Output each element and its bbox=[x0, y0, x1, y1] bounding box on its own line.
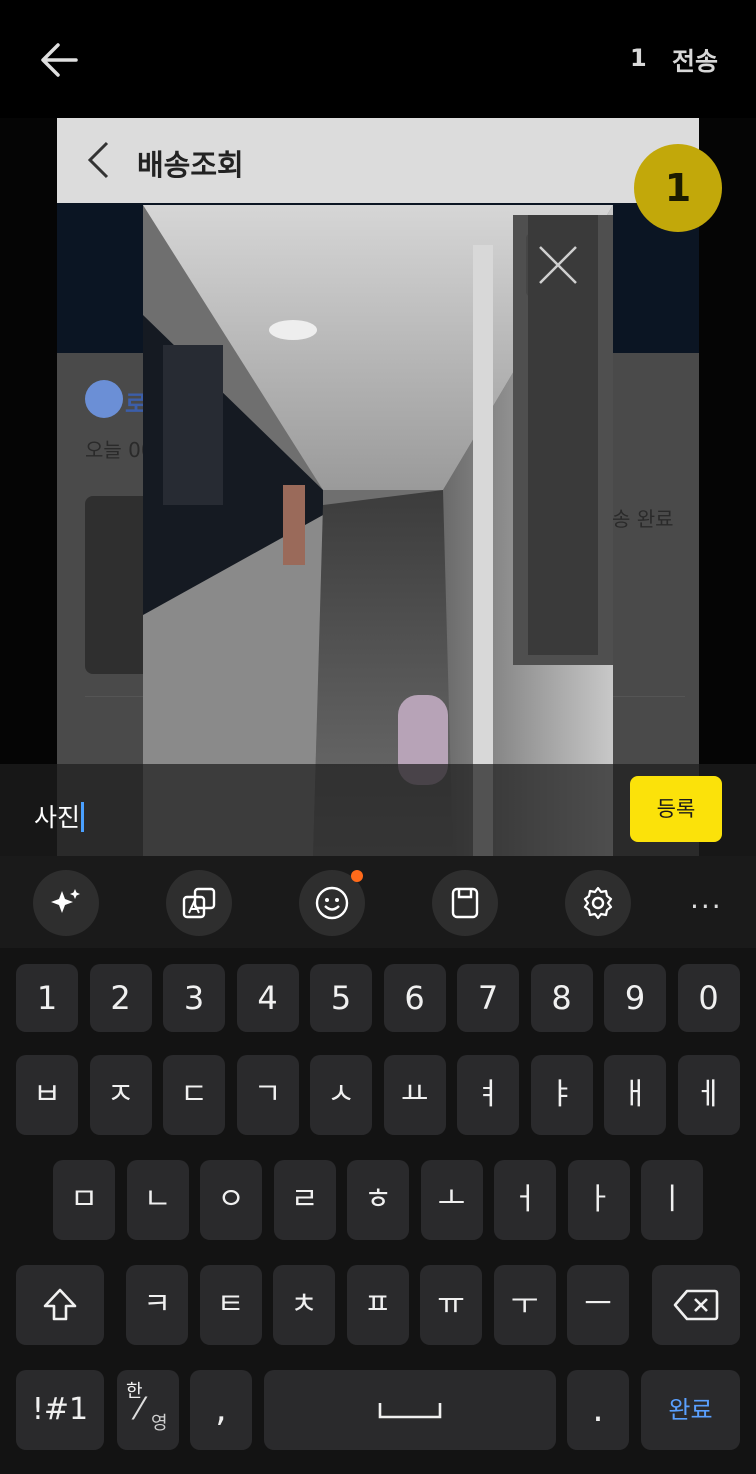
letter-key[interactable]: ㅎ bbox=[347, 1160, 409, 1240]
number-key[interactable]: 9 bbox=[604, 964, 666, 1032]
done-key[interactable]: 완료 bbox=[641, 1370, 740, 1450]
attached-screenshot: 배송조회 로 오늘 00 송 완료 bbox=[57, 118, 699, 856]
letter-key[interactable]: ㅌ bbox=[199, 1265, 262, 1345]
number-key[interactable]: 0 bbox=[677, 964, 740, 1032]
close-icon[interactable] bbox=[526, 234, 590, 296]
caption-text: 사진 bbox=[34, 803, 81, 832]
letter-key[interactable]: ㅛ bbox=[383, 1055, 446, 1135]
letter-key[interactable]: ㄴ bbox=[126, 1160, 189, 1240]
send-button[interactable]: 전송 bbox=[672, 42, 718, 78]
translate-icon[interactable] bbox=[166, 870, 232, 936]
letter-key[interactable]: ㅣ bbox=[641, 1160, 703, 1240]
number-key[interactable]: 3 bbox=[163, 964, 225, 1032]
letter-key[interactable]: ㅈ bbox=[89, 1055, 152, 1135]
keyboard-toolbar bbox=[0, 856, 756, 948]
letter-key[interactable]: ㅓ bbox=[494, 1160, 556, 1240]
number-key[interactable]: 2 bbox=[89, 964, 152, 1032]
back-arrow-icon[interactable] bbox=[36, 36, 84, 84]
backspace-key[interactable] bbox=[652, 1265, 740, 1345]
number-key[interactable]: 7 bbox=[457, 964, 519, 1032]
language-toggle-key[interactable]: 한 ⁄ 영 bbox=[117, 1370, 179, 1450]
letter-key[interactable]: ㅊ bbox=[273, 1265, 335, 1345]
caption-input[interactable]: 사진 bbox=[34, 798, 85, 834]
more-icon[interactable]: ··· bbox=[690, 890, 723, 923]
letter-key[interactable]: ㅗ bbox=[420, 1160, 483, 1240]
letter-key[interactable]: ㅐ bbox=[604, 1055, 666, 1135]
letter-key[interactable]: ㄹ bbox=[273, 1160, 336, 1240]
symbols-key[interactable]: !#1 bbox=[16, 1370, 104, 1450]
screenshot-title: 배송조회 bbox=[137, 148, 244, 182]
space-key[interactable] bbox=[264, 1370, 556, 1450]
letter-key[interactable]: ㅂ bbox=[16, 1055, 78, 1135]
letter-key[interactable]: ㅡ bbox=[567, 1265, 629, 1345]
selected-count: 1 bbox=[630, 44, 647, 72]
gear-icon[interactable] bbox=[565, 870, 631, 936]
letter-key[interactable]: ㅔ bbox=[677, 1055, 740, 1135]
screenshot-back-icon bbox=[85, 140, 111, 180]
letter-key[interactable]: ㅁ bbox=[53, 1160, 115, 1240]
period-key[interactable]: . bbox=[567, 1370, 629, 1450]
selection-badge[interactable]: 1 bbox=[634, 144, 722, 232]
image-preview: 배송조회 로 오늘 00 송 완료 1 bbox=[0, 118, 756, 856]
letter-key[interactable]: ㅑ bbox=[530, 1055, 593, 1135]
letter-key[interactable]: ㅅ bbox=[310, 1055, 372, 1135]
shift-key[interactable] bbox=[16, 1265, 104, 1345]
ai-sparkle-icon[interactable] bbox=[33, 870, 99, 936]
register-button[interactable]: 등록 bbox=[630, 776, 722, 842]
letter-key[interactable]: ㅏ bbox=[567, 1160, 630, 1240]
letter-key[interactable]: ㅇ bbox=[200, 1160, 262, 1240]
letter-key[interactable]: ㅕ bbox=[457, 1055, 519, 1135]
text-cursor bbox=[81, 802, 85, 832]
number-key[interactable]: 6 bbox=[383, 964, 446, 1032]
number-key[interactable]: 1 bbox=[16, 964, 78, 1032]
lang-slash: ⁄ bbox=[137, 1392, 143, 1427]
letter-key[interactable]: ㅋ bbox=[126, 1265, 188, 1345]
lang-bottom-label: 영 bbox=[151, 1413, 168, 1434]
comma-key[interactable]: , bbox=[190, 1370, 252, 1450]
letter-key[interactable]: ㅠ bbox=[420, 1265, 482, 1345]
number-key[interactable]: 4 bbox=[236, 964, 299, 1032]
letter-key[interactable]: ㄷ bbox=[163, 1055, 225, 1135]
screenshot-status: 송 완료 bbox=[612, 507, 674, 531]
notification-dot bbox=[351, 870, 363, 882]
number-key[interactable]: 8 bbox=[530, 964, 593, 1032]
rocket-icon bbox=[85, 380, 123, 418]
clipboard-icon[interactable] bbox=[432, 870, 498, 936]
number-key[interactable]: 5 bbox=[310, 964, 372, 1032]
corridor-photo bbox=[143, 205, 613, 856]
letter-key[interactable]: ㅜ bbox=[493, 1265, 556, 1345]
letter-key[interactable]: ㅍ bbox=[346, 1265, 409, 1345]
letter-key[interactable]: ㄱ bbox=[236, 1055, 299, 1135]
